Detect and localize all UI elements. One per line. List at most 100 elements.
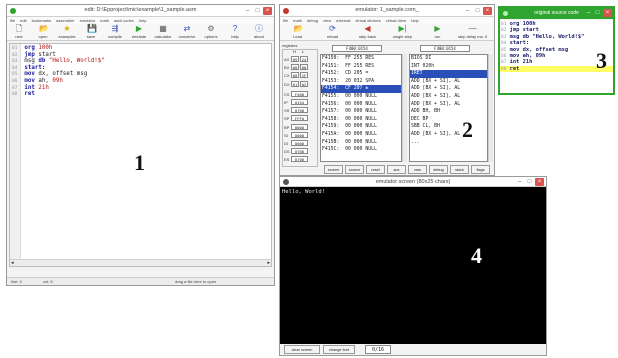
code-editor[interactable]: 01 org 100h 02 jmp start 03 msg db "Hello,… (9, 43, 272, 267)
change-font-button[interactable]: change font (323, 345, 355, 354)
register-field[interactable]: 0700 (291, 148, 308, 155)
disassembly-row[interactable]: INT 020h (410, 63, 487, 71)
maximize-icon[interactable]: □ (473, 7, 482, 15)
scroll-left-icon[interactable]: ◂ (11, 260, 14, 266)
clear-screen-button[interactable]: clear screen (284, 345, 320, 354)
memory-row[interactable]: F4150: FF 255 RES (321, 55, 401, 63)
memory-row[interactable]: F415A: 00 000 NULL (321, 131, 401, 139)
minimize-icon[interactable]: – (515, 178, 524, 186)
menu-debug[interactable]: debug (307, 18, 318, 23)
close-icon[interactable]: × (603, 9, 612, 17)
help-button[interactable]: ? help (224, 25, 246, 40)
disassembly-row[interactable]: IRET (410, 70, 487, 78)
register-field[interactable]: 0000 (291, 123, 308, 130)
emulate-button[interactable]: ▶ emulate (128, 25, 150, 40)
disassembly-row[interactable]: DEC BP (410, 116, 487, 124)
code-line[interactable]: 07 int 21h (11, 85, 269, 92)
disassembly-scrollbar[interactable] (488, 54, 493, 162)
disasm-address-box[interactable]: F400:0154 (420, 45, 470, 52)
source-code[interactable]: 01 org 100h 02 jmp start 03 msg db "Hello,… (500, 20, 613, 93)
examples-button[interactable]: ★ examples (56, 25, 78, 40)
debug-button[interactable]: debug (429, 165, 448, 174)
screen-titlebar[interactable]: emulator screen (80x25 chars) – □ × (280, 177, 546, 187)
memory-row[interactable]: F4152: CD 205 = (321, 70, 401, 78)
disassembly-list[interactable]: BIOS DI INT 020h IRET ADD [BX + SI], AL ADD … (409, 54, 488, 162)
code-line[interactable]: 01 org 100h (11, 45, 269, 52)
reload-button[interactable]: ⟳ reload (316, 25, 349, 40)
code-line[interactable]: 06 mov ah, 09h (11, 78, 269, 85)
close-icon[interactable]: × (263, 7, 272, 15)
code-line[interactable]: 05 mov dx, offset msg (11, 71, 269, 78)
memory-row[interactable]: F4156: 00 000 NULL (321, 101, 401, 109)
maximize-icon[interactable]: □ (253, 7, 262, 15)
disassembly-row[interactable]: ADD [BX + SI], AL (410, 101, 487, 109)
scroll-right-icon[interactable]: ▸ (267, 260, 270, 266)
menu-view[interactable]: view (323, 18, 331, 23)
disassembly-row[interactable]: ADD [BX + SI], AL (410, 78, 487, 86)
memory-address-box[interactable]: F400:0154 (332, 45, 382, 52)
menu-virtual-devices[interactable]: virtual devices (355, 18, 380, 23)
minimize-icon[interactable]: – (243, 7, 252, 15)
register-field[interactable]: F400 (291, 90, 308, 97)
run-button[interactable]: ▶ run (421, 25, 454, 40)
register-field[interactable]: 0154 (291, 99, 308, 105)
flags-button[interactable]: flags (471, 165, 490, 174)
options-button[interactable]: ⚙ options (200, 25, 222, 40)
source-titlebar[interactable]: original source code – □ × (500, 8, 613, 19)
memory-row[interactable]: F4154: CF 207 ± (321, 85, 401, 93)
menu-ascii-codes[interactable]: ascii codes (114, 18, 134, 23)
register-field[interactable]: 0700 (291, 156, 308, 163)
menu-math[interactable]: math (100, 18, 109, 23)
disassembly-row[interactable]: ADD [BX + SI], AL (410, 93, 487, 101)
maximize-icon[interactable]: □ (525, 178, 534, 186)
disassembly-row[interactable]: ADD [BX + SI], AL (410, 85, 487, 93)
maximize-icon[interactable]: □ (593, 9, 602, 17)
menu-bookmarks[interactable]: bookmarks (32, 18, 52, 23)
memory-row[interactable]: F4158: 00 000 NULL (321, 116, 401, 124)
open-button[interactable]: 📂 open (32, 25, 54, 40)
code-line[interactable]: 08 ret (11, 91, 269, 98)
minimize-icon[interactable]: – (463, 7, 472, 15)
menu-emulator[interactable]: emulator (80, 18, 96, 23)
disassembly-row[interactable]: SBB CL, BH (410, 123, 487, 131)
register-field[interactable]: 0000 (291, 131, 308, 138)
horizontal-scrollbar[interactable]: ◂ ▸ (10, 259, 271, 266)
memory-row[interactable]: F4153: 20 032 SPA (321, 78, 401, 86)
menu-assembler[interactable]: assembler (56, 18, 74, 23)
convertor-button[interactable]: ⇄ convertor (176, 25, 198, 40)
memory-list[interactable]: F4150: FF 255 RES F4151: FF 255 RES F4152:… (320, 54, 402, 162)
about-button[interactable]: ⓘ about (248, 25, 270, 40)
step-delay-ms-0-button[interactable]: — step delay ms: 0 (456, 25, 489, 40)
close-icon[interactable]: × (535, 178, 544, 186)
new-button[interactable]: 🗋 new (8, 25, 30, 40)
code-line[interactable]: 02 jmp start (11, 52, 269, 59)
memory-row[interactable]: F4151: FF 255 RES (321, 63, 401, 71)
memory-scrollbar[interactable] (402, 54, 407, 162)
vars-button[interactable]: vars (408, 165, 427, 174)
step-back-button[interactable]: ◀ step back (351, 25, 384, 40)
menu-file[interactable]: file (283, 18, 288, 23)
emulator-titlebar[interactable]: emulator: 1_sample.com_ – □ × (280, 5, 494, 17)
close-icon[interactable]: × (483, 7, 492, 15)
load-button[interactable]: 📂 Load (281, 25, 314, 40)
single-step-button[interactable]: ▶| single step (386, 25, 419, 40)
code-lines[interactable]: 01 org 100h 02 jmp start 03 msg db "Hello,… (11, 45, 269, 98)
register-low-field[interactable]: 00 (300, 64, 308, 71)
code-line[interactable]: 03 msg db "Hello, World!$" (11, 58, 269, 65)
menu-help[interactable]: help (411, 18, 419, 23)
save-button[interactable]: 💾 save (80, 25, 102, 40)
stack-button[interactable]: stack (450, 165, 469, 174)
register-low-field[interactable]: 02 (300, 80, 308, 87)
register-high-field[interactable]: 09 (291, 56, 299, 62)
register-low-field[interactable]: 1F (300, 72, 308, 79)
editor-titlebar[interactable]: edit: D:\Epproject\mic\example\1_sample.… (7, 5, 274, 17)
aux-button[interactable]: aux (387, 165, 406, 174)
reset-button[interactable]: reset (366, 165, 385, 174)
code-line[interactable]: 04 start: (11, 65, 269, 72)
register-field[interactable]: FFFA (291, 115, 308, 122)
calculator-button[interactable]: ▦ calculator (152, 25, 174, 40)
menu-help[interactable]: help (139, 18, 147, 23)
register-field[interactable]: 0700 (291, 107, 308, 114)
compile-button[interactable]: ⇶ compile (104, 25, 126, 40)
disassembly-row[interactable]: ADD BH, BH (410, 108, 487, 116)
